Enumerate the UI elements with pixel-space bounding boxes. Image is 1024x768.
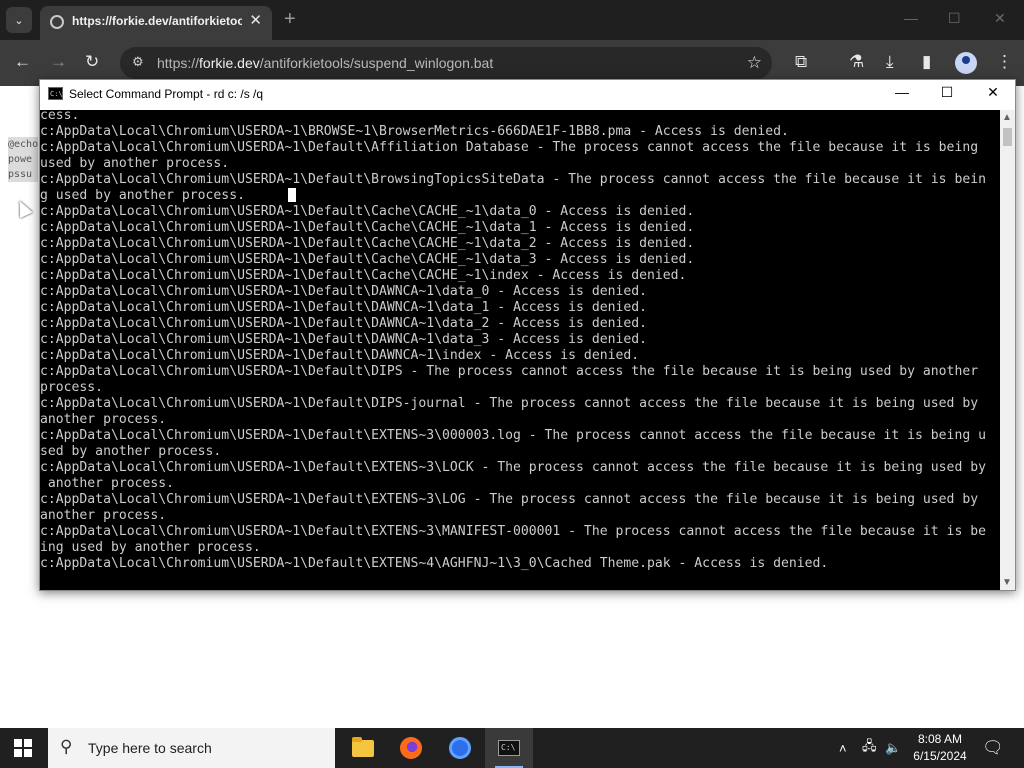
browser-close-button[interactable]: ✕ (994, 10, 1006, 27)
volume-icon[interactable]: 🔈 (885, 728, 901, 768)
page-line: pssu (8, 167, 38, 182)
download-icon[interactable]: ⤓ (886, 52, 894, 72)
console-line: c:AppData\Local\Chromium\USERDA~1\Defaul… (40, 364, 979, 379)
side-panel-icon[interactable]: ▮ (922, 52, 931, 72)
firefox-icon (400, 737, 422, 759)
console-line: c:AppData\Local\Chromium\USERDA~1\Defaul… (40, 492, 979, 507)
scroll-down-arrow-icon[interactable]: ▼ (1002, 577, 1012, 588)
cmd-close-button[interactable]: ✕ (978, 84, 1008, 101)
console-line: process. (40, 380, 104, 395)
address-bar[interactable]: ⚙ https://forkie.dev/antiforkietools/sus… (120, 47, 772, 79)
console-line: c:AppData\Local\Chromium\USERDA~1\Defaul… (40, 396, 979, 411)
site-info-icon[interactable]: ⚙ (132, 54, 144, 70)
console-line: another process. (40, 508, 167, 523)
console-line: c:AppData\Local\Chromium\USERDA~1\BROWSE… (40, 124, 789, 139)
profile-avatar[interactable] (955, 52, 977, 74)
console-line: c:AppData\Local\Chromium\USERDA~1\Defaul… (40, 252, 695, 267)
console-line: c:AppData\Local\Chromium\USERDA~1\Defaul… (40, 300, 647, 315)
console-line: c:AppData\Local\Chromium\USERDA~1\Defaul… (40, 556, 829, 571)
chrome-icon (449, 737, 471, 759)
cmd-titlebar[interactable]: C:\ Select Command Prompt - rd c: /s /q … (40, 80, 1015, 110)
browser-tab[interactable]: https://forkie.dev/antiforkietools/suspe… (40, 6, 272, 40)
forward-button[interactable]: → (50, 52, 67, 72)
chrome-button[interactable] (436, 728, 484, 768)
search-icon: ⚲ (60, 737, 73, 756)
console-line: c:AppData\Local\Chromium\USERDA~1\Defaul… (40, 268, 687, 283)
extensions-icon[interactable]: ⧉ (795, 52, 807, 72)
console-line: another process. (40, 476, 175, 491)
console-line: c:AppData\Local\Chromium\USERDA~1\Defaul… (40, 428, 986, 443)
cmd-app-icon: C:\ (48, 87, 63, 100)
cmd-window-title: Select Command Prompt - rd c: /s /q (69, 87, 264, 101)
menu-icon[interactable]: ⋮ (996, 52, 1013, 72)
console-line: c:AppData\Local\Chromium\USERDA~1\Defaul… (40, 524, 986, 539)
reload-button[interactable]: ↻ (85, 52, 99, 72)
clock-date: 6/15/2024 (913, 749, 967, 763)
console-line: g used by another process. (40, 188, 245, 203)
console-line: another process. (40, 412, 167, 427)
console-text: cess. c:AppData\Local\Chromium\USERDA~1\B… (40, 110, 1000, 572)
console-line: c:AppData\Local\Chromium\USERDA~1\Defaul… (40, 284, 647, 299)
scroll-thumb[interactable] (1003, 128, 1012, 146)
network-icon[interactable]: 🖧 (862, 728, 877, 768)
browser-minimize-button[interactable]: — (904, 10, 918, 26)
tab-search-button[interactable]: ⌄ (6, 7, 32, 33)
windows-taskbar: ⚲ Type here to search C:\ ˄ 🖧 🔈 8:08 AM … (0, 728, 1024, 768)
command-prompt-window: C:\ Select Command Prompt - rd c: /s /q … (39, 79, 1016, 591)
browser-tab-strip: ⌄ https://forkie.dev/antiforkietools/sus… (0, 0, 1024, 40)
cmd-minimize-button[interactable]: — (887, 84, 917, 100)
labs-flask-icon[interactable]: ⚗ (849, 52, 864, 72)
mouse-pointer-icon (13, 197, 33, 219)
text-cursor (288, 188, 296, 202)
console-line: used by another process. (40, 156, 230, 171)
chevron-down-icon: ⌄ (14, 14, 24, 27)
scroll-up-arrow-icon[interactable]: ▲ (1002, 112, 1012, 123)
tab-close-button[interactable]: ✕ (249, 12, 262, 30)
back-button[interactable]: ← (14, 52, 31, 72)
terminal-icon: C:\ (498, 740, 520, 756)
url-path: /antiforkietools/suspend_winlogon.bat (259, 55, 494, 71)
console-output[interactable]: cess. c:AppData\Local\Chromium\USERDA~1\B… (40, 110, 1000, 590)
file-explorer-button[interactable] (339, 728, 387, 768)
command-prompt-taskbar-button[interactable]: C:\ (485, 728, 533, 768)
page-line: powe (8, 152, 38, 167)
bookmark-star-icon[interactable]: ☆ (747, 53, 762, 73)
globe-icon (50, 15, 64, 29)
clock-time: 8:08 AM (917, 732, 963, 746)
url-scheme: https:// (157, 55, 200, 71)
console-line: c:AppData\Local\Chromium\USERDA~1\Defaul… (40, 220, 695, 235)
console-line: ing used by another process. (40, 540, 261, 555)
taskbar-search-box[interactable]: ⚲ Type here to search (48, 728, 335, 768)
new-tab-button[interactable]: + (284, 8, 296, 30)
console-line: c:AppData\Local\Chromium\USERDA~1\Defaul… (40, 348, 640, 363)
windows-start-icon[interactable] (14, 739, 32, 757)
taskbar-clock[interactable]: 8:08 AM 6/15/2024 (904, 731, 976, 765)
console-line: cess. (40, 110, 80, 123)
firefox-button[interactable] (387, 728, 435, 768)
tab-title: https://forkie.dev/antiforkietools/suspe… (72, 14, 242, 28)
console-scrollbar[interactable]: ▲ ▼ (1000, 110, 1015, 590)
console-line: c:AppData\Local\Chromium\USERDA~1\Defaul… (40, 172, 986, 187)
cmd-maximize-button[interactable]: ☐ (932, 84, 962, 101)
search-placeholder: Type here to search (88, 740, 212, 756)
console-line: c:AppData\Local\Chromium\USERDA~1\Defaul… (40, 332, 647, 347)
tray-overflow-icon[interactable]: ˄ (839, 728, 847, 768)
console-line: c:AppData\Local\Chromium\USERDA~1\Defaul… (40, 460, 986, 475)
page-content-snippet: @echo powe pssu (8, 137, 38, 182)
console-line: c:AppData\Local\Chromium\USERDA~1\Defaul… (40, 316, 647, 331)
browser-restore-button[interactable]: ☐ (948, 10, 961, 27)
console-line: c:AppData\Local\Chromium\USERDA~1\Defaul… (40, 204, 695, 219)
console-line: c:AppData\Local\Chromium\USERDA~1\Defaul… (40, 140, 979, 155)
page-line: @echo (8, 137, 38, 152)
notifications-icon[interactable]: 🗨 (982, 738, 1004, 758)
folder-icon (352, 736, 374, 757)
url-text[interactable]: https://forkie.dev/antiforkietools/suspe… (157, 55, 493, 71)
console-line: c:AppData\Local\Chromium\USERDA~1\Defaul… (40, 236, 695, 251)
url-host: forkie.dev (199, 55, 260, 71)
console-line: sed by another process. (40, 444, 222, 459)
